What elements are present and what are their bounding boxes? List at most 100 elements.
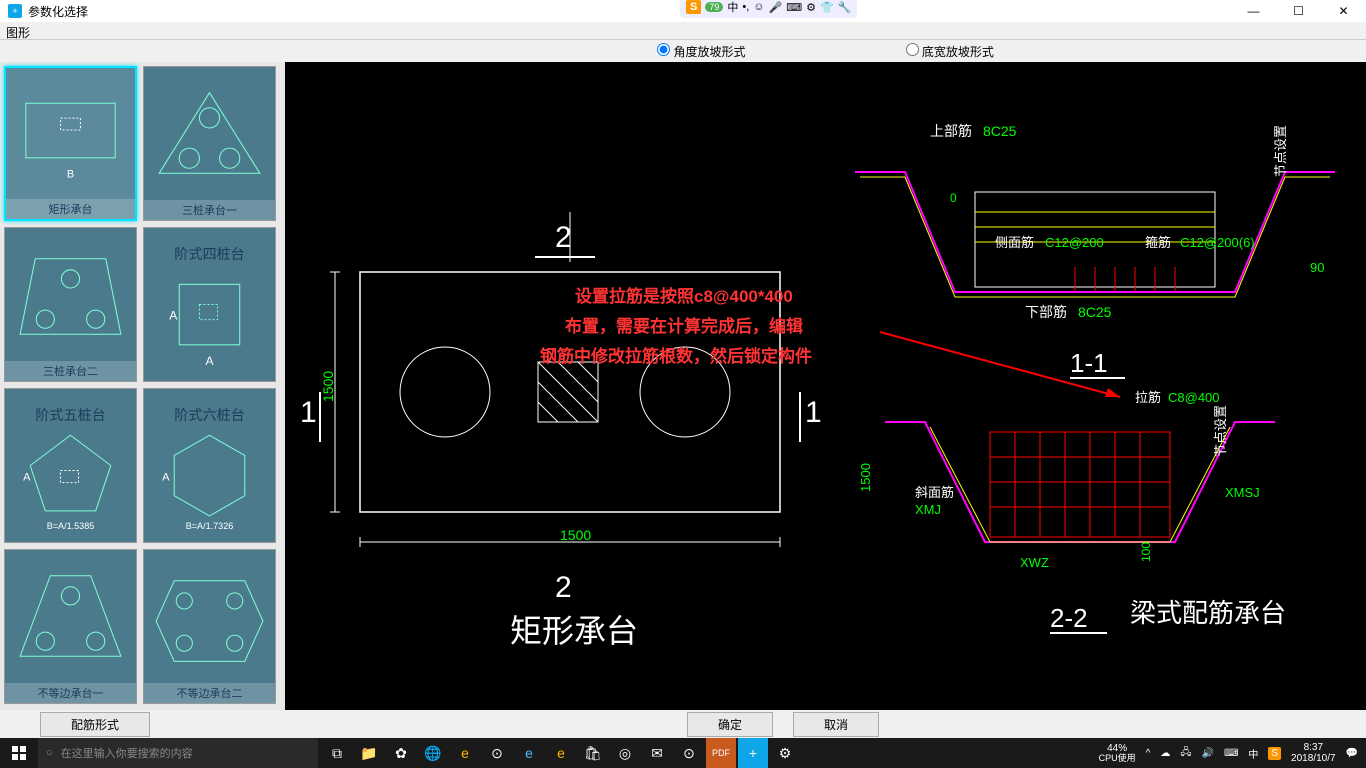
- svg-text:阶式五桩台: 阶式五桩台: [35, 407, 105, 423]
- ime-keyboard-icon[interactable]: ⌨: [786, 1, 802, 14]
- radio-bottom-input[interactable]: [906, 43, 919, 56]
- task-view-icon[interactable]: ⧉: [322, 738, 352, 768]
- right-title: 梁式配筋承台: [1130, 598, 1286, 628]
- main-area: B 矩形承台 三桩承台一 三桩承台二 阶式四桩台AA 阶式四桩: [0, 62, 1366, 720]
- thumbnail-grid: B 矩形承台 三桩承台一 三桩承台二 阶式四桩台AA 阶式四桩: [4, 66, 281, 704]
- section-1-1-title: 1-1: [1070, 348, 1108, 378]
- ime-voice-icon[interactable]: 🎤: [769, 1, 783, 14]
- bottom-rebar-label: 下部筋: [1025, 304, 1067, 320]
- annotation-line3: 钢筋中修改拉筋根数，然后锁定构件: [540, 346, 812, 366]
- start-button[interactable]: [0, 738, 38, 768]
- thumb-step-5pile[interactable]: 阶式五桩台 A B=A/1.5385 阶式五桩台: [4, 388, 137, 543]
- top-rebar-val: 8C25: [983, 123, 1017, 139]
- svg-text:B=A/1.5385: B=A/1.5385: [47, 521, 95, 531]
- tray-notifications-icon[interactable]: 💬: [1346, 748, 1358, 759]
- thumb-tri-cap-2[interactable]: 三桩承台二: [4, 227, 137, 382]
- cpu-meter[interactable]: 44% CPU使用: [1099, 743, 1136, 764]
- shape-header: 图形: [0, 22, 1366, 40]
- dim-vertical: 1500: [320, 371, 336, 402]
- section-mark-2: 2: [555, 221, 572, 254]
- svg-text:阶式四桩台: 阶式四桩台: [174, 246, 244, 262]
- thumb-art: [5, 549, 136, 683]
- taskbar-app-fan-icon[interactable]: ✿: [386, 738, 416, 768]
- dim-0: 0: [950, 191, 957, 205]
- cancel-button[interactable]: 取消: [793, 712, 879, 737]
- taskbar-app-edge[interactable]: e: [514, 738, 544, 768]
- stirrup-label: 箍筋: [1145, 235, 1171, 250]
- taskbar-app-pdf-icon[interactable]: PDF: [706, 738, 736, 768]
- tray-sogou-icon[interactable]: S: [1268, 747, 1281, 760]
- taskbar-app-browser[interactable]: e: [450, 738, 480, 768]
- thumb-art: 阶式六桩台AB=A/1.7326: [144, 389, 275, 542]
- thumb-rect-cap[interactable]: B 矩形承台: [4, 66, 137, 221]
- taskbar-app-active[interactable]: +: [738, 738, 768, 768]
- taskbar-app-store[interactable]: 🛍: [578, 738, 608, 768]
- svg-text:阶式六桩台: 阶式六桩台: [174, 407, 244, 423]
- taskbar-app-4[interactable]: ◎: [610, 738, 640, 768]
- ime-lang[interactable]: 中: [727, 0, 738, 15]
- thumb-tri-cap-1[interactable]: 三桩承台一: [143, 66, 276, 221]
- thumb-art: 阶式五桩台 A B=A/1.5385: [5, 389, 136, 542]
- ime-tool-icon[interactable]: 🔧: [838, 1, 852, 14]
- taskbar-apps: ⧉ 📁 ✿ 🌐 e ⊙ e e 🛍 ◎ ✉ ⊙ PDF + ⚙: [318, 738, 804, 768]
- taskbar-app-1[interactable]: 📁: [354, 738, 384, 768]
- thumb-step-4pile[interactable]: 阶式四桩台AA 阶式四桩台: [143, 227, 276, 382]
- ok-button[interactable]: 确定: [687, 712, 773, 737]
- annotation-line1: 设置拉筋是按照c8@400*400: [575, 286, 793, 306]
- xwz-label: XWZ: [1020, 555, 1049, 570]
- svg-text:A: A: [23, 472, 31, 484]
- search-placeholder: 在这里输入你要搜索的内容: [61, 745, 193, 761]
- thumb-uneq-cap-2[interactable]: 不等边承台二: [143, 549, 276, 704]
- radio-angle-input[interactable]: [657, 43, 670, 56]
- tray-keyboard-icon[interactable]: ⌨: [1224, 748, 1238, 759]
- ime-settings-icon[interactable]: ⚙: [806, 1, 816, 14]
- ime-badge: 79: [705, 2, 723, 12]
- minimize-button[interactable]: —: [1231, 0, 1276, 22]
- taskbar-app-3[interactable]: ⊙: [482, 738, 512, 768]
- radio-angle-slope[interactable]: 角度放坡形式: [657, 43, 745, 60]
- taskbar-app-6[interactable]: ⚙: [770, 738, 800, 768]
- ime-toolbar[interactable]: S 79 中 •, ☺ 🎤 ⌨ ⚙ 👕 🔧: [680, 0, 857, 18]
- ime-logo-icon[interactable]: S: [686, 0, 701, 14]
- main-title: 矩形承台: [510, 613, 638, 649]
- dim-1500-2: 1500: [858, 463, 873, 492]
- cortana-icon: ○: [46, 747, 53, 759]
- system-tray[interactable]: 44% CPU使用 ^ ☁ 🖧 🔊 ⌨ 中 S 8:37 2018/10/7 💬: [1091, 742, 1366, 764]
- top-rebar-label: 上部筋: [930, 123, 972, 139]
- thumb-step-6pile[interactable]: 阶式六桩台AB=A/1.7326 阶式六桩台: [143, 388, 276, 543]
- drawing-canvas: 1 1 2 2 1500 1500 矩形承台 设置拉筋是按照c8@400*400…: [285, 62, 1366, 720]
- thumb-uneq-cap-1[interactable]: 不等边承台一: [4, 549, 137, 704]
- rebar-form-button[interactable]: 配筋形式: [40, 712, 150, 737]
- taskbar-app-5[interactable]: ⊙: [674, 738, 704, 768]
- canvas-area[interactable]: 1 1 2 2 1500 1500 矩形承台 设置拉筋是按照c8@400*400…: [285, 62, 1366, 720]
- tray-onedrive-icon[interactable]: ☁: [1160, 748, 1170, 759]
- close-button[interactable]: ✕: [1321, 0, 1366, 22]
- taskbar-app-mail-icon[interactable]: ✉: [642, 738, 672, 768]
- tray-chevron-icon[interactable]: ^: [1146, 748, 1151, 759]
- tray-clock[interactable]: 8:37 2018/10/7: [1291, 742, 1336, 764]
- tie-val: C8@400: [1168, 390, 1220, 405]
- svg-text:A: A: [169, 309, 178, 323]
- taskbar-search[interactable]: ○ 在这里输入你要搜索的内容: [38, 738, 318, 768]
- tray-volume-icon[interactable]: 🔊: [1201, 748, 1213, 759]
- slope-rebar-label: 斜面筋: [915, 485, 954, 500]
- stirrup-val: C12@200(6): [1180, 235, 1255, 250]
- maximize-button[interactable]: ☐: [1276, 0, 1321, 22]
- ime-punct[interactable]: •,: [742, 1, 749, 13]
- thumb-art: 阶式四桩台AA: [144, 228, 275, 381]
- tray-network-icon[interactable]: 🖧: [1180, 745, 1191, 762]
- ime-skin-icon[interactable]: 👕: [820, 1, 834, 14]
- taskbar[interactable]: ○ 在这里输入你要搜索的内容 ⧉ 📁 ✿ 🌐 e ⊙ e e 🛍 ◎ ✉ ⊙ P…: [0, 738, 1366, 768]
- thumb-label: 不等边承台一: [5, 683, 136, 703]
- radio-bottom-slope[interactable]: 底宽放坡形式: [906, 43, 994, 60]
- taskbar-app-2[interactable]: 🌐: [418, 738, 448, 768]
- sidebar[interactable]: B 矩形承台 三桩承台一 三桩承台二 阶式四桩台AA 阶式四桩: [0, 62, 285, 720]
- dim-horizontal: 1500: [560, 527, 591, 543]
- bottom-rebar-val: 8C25: [1078, 304, 1112, 320]
- taskbar-app-ie-icon[interactable]: e: [546, 738, 576, 768]
- ime-emoji-icon[interactable]: ☺: [753, 1, 764, 13]
- tray-ime[interactable]: 中: [1248, 746, 1258, 761]
- xmsj-label: XMSJ: [1225, 485, 1260, 500]
- app-icon: +: [8, 4, 22, 18]
- thumb-label: 三桩承台二: [5, 361, 136, 381]
